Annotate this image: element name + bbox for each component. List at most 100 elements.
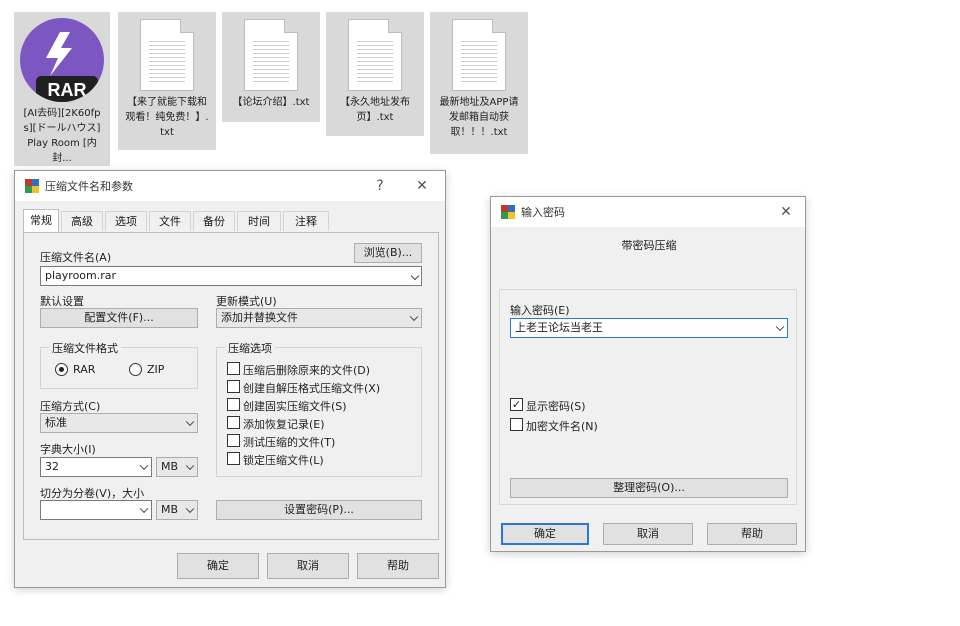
text-file-icon (140, 19, 194, 91)
chevron-down-icon (409, 312, 419, 322)
chevron-down-icon (185, 417, 195, 427)
password-value: 上老王论坛当老王 (515, 321, 603, 334)
organize-passwords-button[interactable]: 整理密码(O)... (510, 478, 788, 498)
chevron-down-icon (139, 461, 149, 471)
sfx-label: 创建自解压格式压缩文件(X) (243, 382, 381, 395)
winrar-app-icon (501, 205, 515, 219)
chevron-down-icon (185, 504, 195, 514)
set-password-button[interactable]: 设置密码(P)... (216, 500, 422, 520)
file-name: [AI去码][2K60fps][ドールハウス] Play Room [内封... (23, 108, 101, 164)
dictionary-size-select[interactable]: 32 (40, 457, 152, 477)
password-label: 输入密码(E) (510, 304, 570, 317)
file-name: 最新地址及APP请发邮箱自动获取！！！.txt (439, 97, 519, 138)
update-mode-value: 添加并替换文件 (221, 311, 298, 324)
archive-format-group: 压缩文件格式 RAR ZIP (40, 340, 198, 389)
archive-parameters-dialog: 压缩文件名和参数 ? ✕ 常规 高级 选项 文件 备份 时间 注释 压缩文件名(… (14, 170, 446, 588)
recovery-record-label: 添加恢复记录(E) (243, 418, 325, 431)
show-password-label: 显示密码(S) (526, 400, 586, 413)
rar-format-radio[interactable] (55, 363, 68, 376)
password-heading: 带密码压缩 (621, 239, 677, 252)
rar-badge: RAR (36, 76, 98, 102)
password-help-button[interactable]: 帮助 (707, 523, 797, 545)
archive-dialog-title: 压缩文件名和参数 (45, 180, 133, 193)
split-unit-select[interactable]: MB (156, 500, 198, 520)
archive-name-label: 压缩文件名(A) (40, 251, 112, 264)
password-ok-button[interactable]: 确定 (501, 523, 589, 545)
browse-button[interactable]: 浏览(B)... (354, 243, 422, 263)
text-file-icon (244, 19, 298, 91)
dictionary-size-value: 32 (45, 460, 59, 473)
cancel-button[interactable]: 取消 (267, 553, 349, 579)
compression-options-group-title: 压缩选项 (225, 340, 275, 356)
file-txt-1[interactable]: 【来了就能下载和观看！纯免费！】.txt (118, 12, 216, 150)
password-dialog-titlebar: 输入密码 ✕ (491, 197, 805, 227)
method-label: 压缩方式(C) (40, 400, 101, 413)
encrypt-filenames-checkbox[interactable] (510, 418, 523, 431)
archive-name-field[interactable]: playroom.rar (40, 266, 422, 286)
encrypt-filenames-label: 加密文件名(N) (526, 420, 598, 433)
password-input[interactable]: 上老王论坛当老王 (510, 318, 788, 338)
file-txt-4[interactable]: 最新地址及APP请发邮箱自动获取！！！.txt (430, 12, 528, 154)
close-icon[interactable]: ✕ (771, 197, 801, 227)
close-icon[interactable]: ✕ (407, 171, 437, 201)
text-file-icon (452, 19, 506, 91)
help-button[interactable]: 帮助 (357, 553, 439, 579)
tab-options[interactable]: 选项 (105, 211, 147, 231)
default-settings-label: 默认设置 (40, 295, 84, 308)
chevron-down-icon (775, 322, 785, 332)
split-size-select[interactable] (40, 500, 152, 520)
rar-format-label: RAR (73, 363, 96, 376)
lock-archive-label: 锁定压缩文件(L) (243, 454, 324, 467)
file-rar-archive[interactable]: RAR [AI去码][2K60fps][ドールハウス] Play Room [内… (14, 12, 110, 166)
delete-after-label: 压缩后删除原来的文件(D) (243, 364, 371, 377)
winrar-app-icon (25, 179, 39, 193)
update-mode-label: 更新模式(U) (216, 295, 277, 308)
zip-format-radio[interactable] (129, 363, 142, 376)
rar-archive-icon: RAR (20, 18, 104, 102)
tab-general[interactable]: 常规 (23, 209, 59, 232)
method-select[interactable]: 标准 (40, 413, 198, 433)
split-volumes-label: 切分为分卷(V)，大小 (40, 487, 145, 500)
split-unit-value: MB (161, 503, 179, 516)
chevron-down-icon (139, 504, 149, 514)
tab-comment[interactable]: 注释 (283, 211, 329, 231)
show-password-checkbox[interactable]: ✓ (510, 398, 523, 411)
password-cancel-button[interactable]: 取消 (603, 523, 693, 545)
delete-after-checkbox[interactable] (227, 362, 240, 375)
tab-files[interactable]: 文件 (149, 211, 191, 231)
password-panel: 输入密码(E) 上老王论坛当老王 ✓ 显示密码(S) 加密文件名(N) 整理密码… (499, 289, 797, 505)
zip-format-label: ZIP (147, 363, 165, 376)
text-file-icon (348, 19, 402, 91)
file-name: 【论坛介绍】.txt (232, 97, 310, 108)
update-mode-select[interactable]: 添加并替换文件 (216, 308, 422, 328)
solid-archive-label: 创建固实压缩文件(S) (243, 400, 347, 413)
test-files-checkbox[interactable] (227, 434, 240, 447)
tab-time[interactable]: 时间 (237, 211, 281, 231)
ok-button[interactable]: 确定 (177, 553, 259, 579)
tab-backup[interactable]: 备份 (193, 211, 235, 231)
archive-dialog-titlebar: 压缩文件名和参数 ? ✕ (15, 171, 445, 201)
file-txt-3[interactable]: 【永久地址发布页】.txt (326, 12, 424, 136)
file-name: 【来了就能下载和观看！纯免费！】.txt (125, 97, 209, 138)
sfx-checkbox[interactable] (227, 380, 240, 393)
chevron-down-icon (185, 461, 195, 471)
file-name: 【永久地址发布页】.txt (340, 97, 410, 123)
help-icon[interactable]: ? (365, 171, 395, 201)
dictionary-unit-select[interactable]: MB (156, 457, 198, 477)
archive-format-group-title: 压缩文件格式 (49, 340, 121, 356)
method-value: 标准 (45, 416, 67, 429)
dictionary-unit-value: MB (161, 460, 179, 473)
password-dialog: 输入密码 ✕ 带密码压缩 输入密码(E) 上老王论坛当老王 ✓ 显示密码(S) … (490, 196, 806, 552)
lock-archive-checkbox[interactable] (227, 452, 240, 465)
tab-advanced[interactable]: 高级 (61, 211, 103, 231)
tab-bar: 常规 高级 选项 文件 备份 时间 注释 (23, 209, 439, 233)
compression-options-group: 压缩选项 压缩后删除原来的文件(D) 创建自解压格式压缩文件(X) 创建固实压缩… (216, 340, 422, 477)
test-files-label: 测试压缩的文件(T) (243, 436, 336, 449)
general-tab-page: 压缩文件名(A) 浏览(B)... playroom.rar 默认设置 配置文件… (23, 232, 439, 540)
profiles-button[interactable]: 配置文件(F)... (40, 308, 198, 328)
file-txt-2[interactable]: 【论坛介绍】.txt (222, 12, 320, 122)
password-dialog-title: 输入密码 (521, 206, 565, 219)
solid-archive-checkbox[interactable] (227, 398, 240, 411)
recovery-record-checkbox[interactable] (227, 416, 240, 429)
dictionary-label: 字典大小(I) (40, 443, 96, 456)
